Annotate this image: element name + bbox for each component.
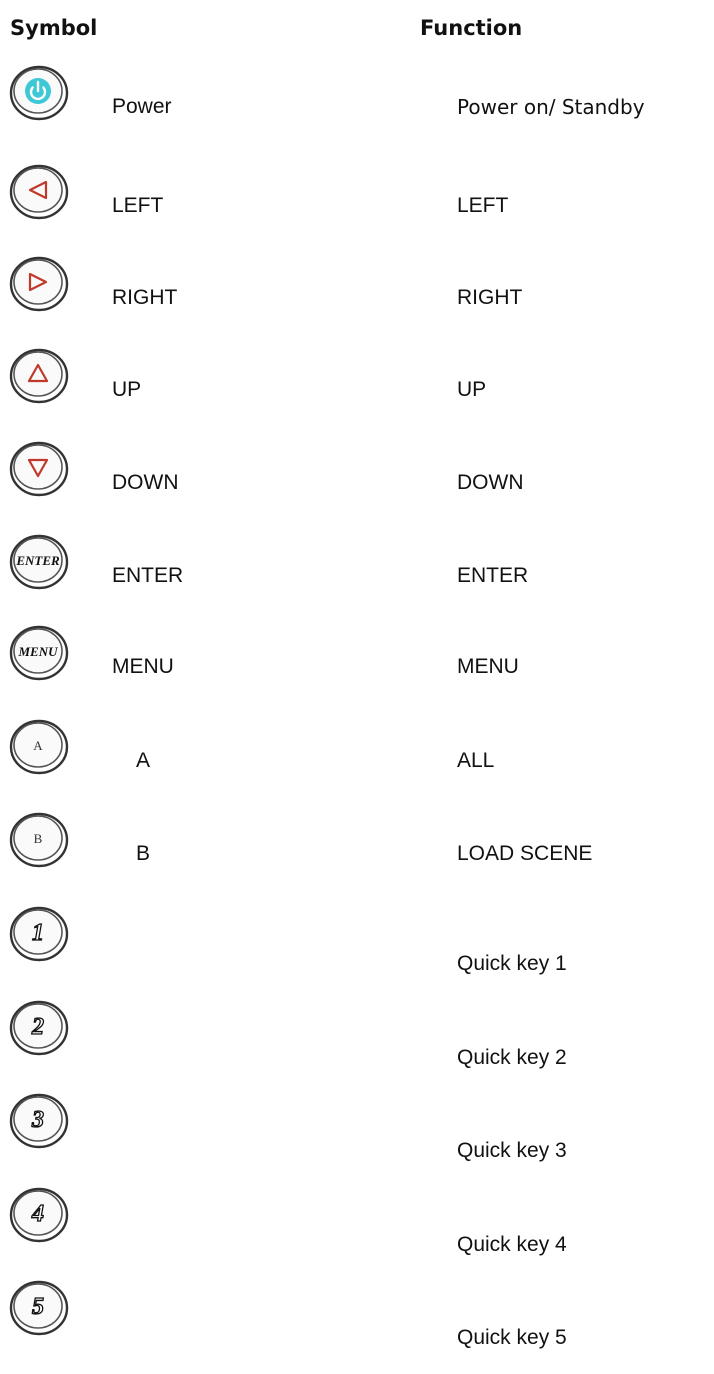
table-row: ENTER ENTER ENTER — [0, 528, 714, 612]
function-label: Quick key 3 — [457, 1139, 567, 1162]
key-1-icon-text: 1 — [32, 920, 44, 946]
symbol-label: MENU — [112, 655, 174, 678]
function-label: LEFT — [457, 194, 509, 217]
function-label: ALL — [457, 749, 495, 772]
key-2-icon-text: 2 — [31, 1014, 44, 1040]
down-arrow-icon — [8, 438, 70, 498]
key-5-icon-text: 5 — [32, 1294, 44, 1320]
symbol-label: UP — [112, 378, 142, 401]
symbol-label: DOWN — [112, 471, 179, 494]
function-label: Quick key 5 — [457, 1326, 567, 1349]
key-5-icon: 5 — [8, 1277, 70, 1337]
function-label: Power on/ Standby — [457, 95, 645, 119]
table-row: 1 Quick key 1 — [0, 900, 714, 984]
power-icon — [8, 62, 70, 122]
function-label: Quick key 1 — [457, 952, 567, 975]
function-label: ENTER — [457, 564, 529, 587]
symbol-label: Power — [112, 95, 172, 118]
right-arrow-icon — [8, 253, 70, 313]
symbol-label: RIGHT — [112, 286, 178, 309]
function-label: DOWN — [457, 471, 524, 494]
function-label: RIGHT — [457, 286, 523, 309]
up-arrow-icon — [8, 345, 70, 405]
function-label: Quick key 4 — [457, 1233, 567, 1256]
key-2-icon: 2 — [8, 997, 70, 1057]
symbol-column-header: Symbol — [10, 16, 98, 40]
key-1-icon: 1 — [8, 903, 70, 963]
b-icon: B — [8, 809, 70, 869]
a-icon: A — [8, 716, 70, 776]
table-row: RIGHT RIGHT — [0, 250, 714, 334]
table-row: 4 Quick key 4 — [0, 1181, 714, 1265]
a-icon-text: A — [33, 738, 43, 753]
table-row: UP UP — [0, 342, 714, 426]
key-3-icon-text: 3 — [31, 1107, 44, 1133]
symbol-label: B — [136, 842, 151, 865]
menu-icon-text: MENU — [17, 644, 58, 659]
function-column-header: Function — [420, 16, 523, 40]
symbol-label: ENTER — [112, 564, 184, 587]
table-row: MENU MENU MENU — [0, 619, 714, 703]
table-row: 5 Quick key 5 — [0, 1274, 714, 1358]
table-row: A A ALL — [0, 713, 714, 797]
function-label: Quick key 2 — [457, 1046, 567, 1069]
table-row: Power Power on/ Standby — [0, 59, 714, 143]
function-label: LOAD SCENE — [457, 842, 593, 865]
left-arrow-icon — [8, 161, 70, 221]
key-4-icon: 4 — [8, 1184, 70, 1244]
key-4-icon-text: 4 — [31, 1201, 44, 1227]
table-row: LEFT LEFT — [0, 158, 714, 242]
function-label: MENU — [457, 655, 519, 678]
enter-icon-text: ENTER — [15, 553, 60, 568]
menu-icon: MENU — [8, 622, 70, 682]
table-row: 3 Quick key 3 — [0, 1087, 714, 1171]
b-icon-text: B — [34, 831, 43, 846]
function-label: UP — [457, 378, 487, 401]
symbol-label: A — [136, 749, 151, 772]
table-row: DOWN DOWN — [0, 435, 714, 519]
table-row: 2 Quick key 2 — [0, 994, 714, 1078]
enter-icon: ENTER — [8, 531, 70, 591]
table-row: B B LOAD SCENE — [0, 806, 714, 890]
key-3-icon: 3 — [8, 1090, 70, 1150]
symbol-label: LEFT — [112, 194, 164, 217]
